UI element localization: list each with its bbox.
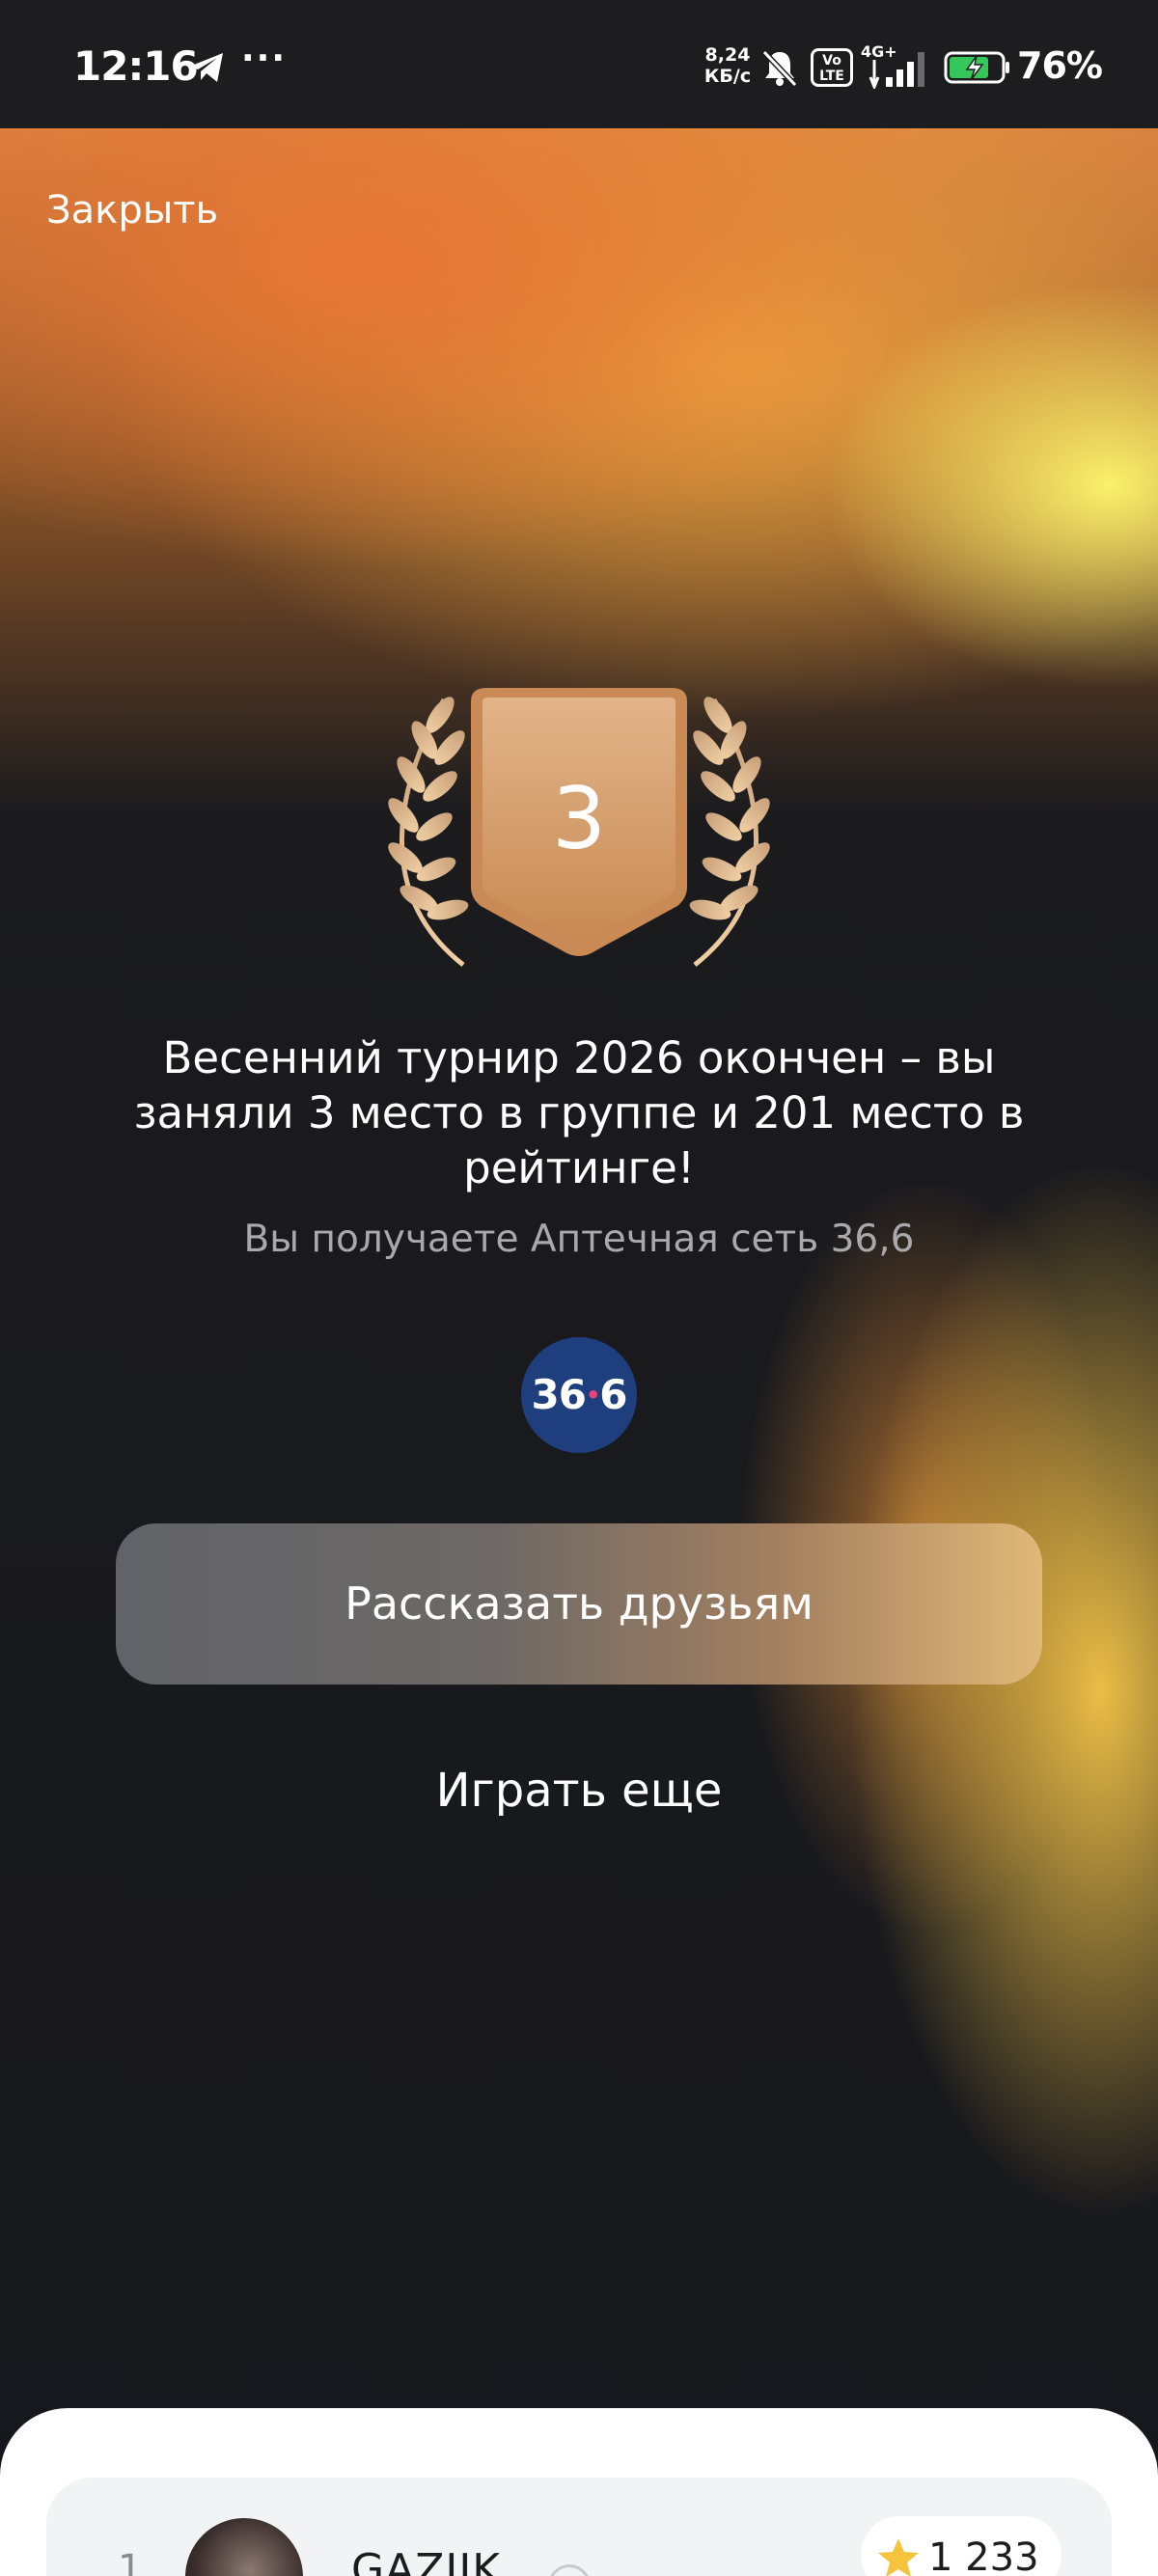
partner-logo-dot: • (585, 1382, 600, 1409)
row-score-value: 1 233 (928, 2535, 1039, 2576)
place-badge: 3 (357, 680, 801, 970)
signal-icon (868, 52, 924, 89)
row-rank: 1 (118, 2547, 143, 2576)
telegram-icon (189, 53, 223, 82)
screen: 12:16 ··· 8,24 КБ/с Vo LTE 4G+ 76% Закры… (0, 0, 1158, 2576)
status-bar: 12:16 ··· 8,24 КБ/с Vo LTE 4G+ 76% (0, 0, 1158, 128)
result-headline: Весенний турнир 2026 окончен – вы заняли… (133, 1032, 1025, 1193)
play-again-button[interactable]: Играть еще (290, 1764, 868, 1818)
battery-icon (944, 51, 1009, 84)
status-time: 12:16 (73, 42, 199, 90)
star-icon (878, 2538, 919, 2576)
avatar (185, 2518, 303, 2576)
close-button[interactable]: Закрыть (46, 188, 218, 233)
place-number: 3 (552, 769, 606, 868)
row-player-name: GAZIIK (351, 2545, 502, 2576)
row-score-badge: 1 233 (861, 2516, 1062, 2576)
reward-text: Вы получаете Аптечная сеть 36,6 (243, 1218, 915, 1261)
partner-logo-left: 36 (531, 1371, 586, 1418)
battery-percent: 76% (1017, 44, 1103, 87)
share-button[interactable]: Рассказать друзьям (116, 1523, 1042, 1685)
mute-icon (761, 49, 798, 88)
more-notifications-icon: ··· (241, 39, 288, 78)
volte-icon: Vo LTE (811, 48, 853, 87)
player-status-icon (548, 2564, 591, 2576)
network-speed: 8,24 КБ/с (701, 44, 755, 87)
leaderboard-sheet[interactable]: 1 GAZIIK 1 233 (0, 2408, 1158, 2576)
partner-logo-right: 6 (599, 1371, 627, 1418)
network-speed-value: 8,24 (704, 44, 751, 66)
leaderboard-row[interactable]: 1 GAZIIK 1 233 (46, 2478, 1112, 2576)
network-speed-unit: КБ/с (703, 66, 752, 87)
partner-logo: 36•6 (521, 1337, 637, 1453)
